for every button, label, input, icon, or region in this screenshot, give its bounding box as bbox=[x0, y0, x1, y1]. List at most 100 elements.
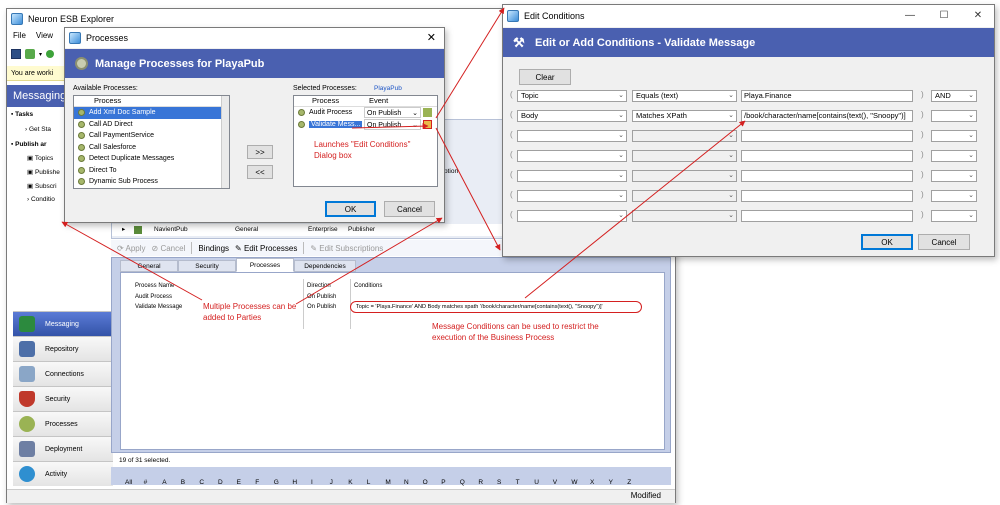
edit-conditions-icon[interactable] bbox=[423, 119, 432, 129]
nav-repository[interactable]: Repository bbox=[13, 336, 113, 361]
clear-button[interactable]: Clear bbox=[519, 69, 571, 85]
connect-icon[interactable] bbox=[25, 49, 35, 59]
table-row[interactable]: Validate Message bbox=[135, 304, 182, 310]
apply-button[interactable]: ⟳ Apply bbox=[117, 244, 146, 253]
list-item[interactable]: Direct To bbox=[74, 165, 229, 177]
list-item[interactable]: Call AD Direct bbox=[74, 119, 229, 131]
logic-select[interactable]: ⌄ bbox=[931, 130, 977, 142]
nav-deployment[interactable]: Deployment bbox=[13, 436, 113, 461]
ok-button[interactable]: OK bbox=[325, 201, 376, 217]
alpha-filter-letter[interactable]: G bbox=[274, 479, 279, 486]
alpha-filter-letter[interactable]: V bbox=[553, 479, 557, 486]
cancel-button[interactable]: Cancel bbox=[918, 234, 970, 250]
field-select[interactable]: ⌄ bbox=[517, 190, 627, 202]
open-paren[interactable]: ( bbox=[510, 210, 513, 219]
close-paren[interactable]: ) bbox=[921, 130, 924, 139]
nav-security[interactable]: Security bbox=[13, 386, 113, 411]
available-list[interactable]: Process Add Xml Doc Sample Call AD Direc… bbox=[73, 95, 230, 189]
close-icon[interactable]: ✕ bbox=[970, 8, 986, 22]
nav-processes[interactable]: Processes bbox=[13, 411, 113, 436]
tab-security[interactable]: Security bbox=[178, 260, 236, 272]
operator-select[interactable]: ⌄ bbox=[632, 130, 737, 142]
tree-subscribers[interactable]: ▣ Subscri bbox=[27, 182, 57, 190]
cancel-button[interactable]: Cancel bbox=[384, 201, 435, 217]
tree-topics[interactable]: ▣ Topics bbox=[27, 154, 53, 162]
close-paren[interactable]: ) bbox=[921, 170, 924, 179]
open-paren[interactable]: ( bbox=[510, 130, 513, 139]
dropdown-arrow-icon[interactable]: ▾ bbox=[39, 51, 42, 58]
tab-dependencies[interactable]: Dependencies bbox=[294, 260, 356, 272]
open-paren[interactable]: ( bbox=[510, 90, 513, 99]
field-select[interactable]: ⌄ bbox=[517, 210, 627, 222]
list-item[interactable]: Detect Duplicate Messages bbox=[74, 153, 229, 165]
alpha-filter-letter[interactable]: E bbox=[237, 479, 241, 486]
field-select[interactable]: Topic ⌄ bbox=[517, 90, 627, 102]
alpha-filter-letter[interactable]: Y bbox=[609, 479, 613, 486]
alpha-filter-letter[interactable]: # bbox=[144, 479, 148, 486]
tree-publishers[interactable]: ▣ Publishe bbox=[27, 168, 60, 176]
close-paren[interactable]: ) bbox=[921, 150, 924, 159]
alpha-filter-letter[interactable]: B bbox=[181, 479, 185, 486]
operator-select[interactable]: ⌄ bbox=[632, 210, 737, 222]
save-icon[interactable] bbox=[11, 49, 21, 59]
value-input[interactable] bbox=[741, 170, 913, 182]
alpha-filter-letter[interactable]: J bbox=[330, 479, 333, 486]
menu-file[interactable]: File bbox=[13, 31, 26, 43]
open-paren[interactable]: ( bbox=[510, 150, 513, 159]
close-paren[interactable]: ) bbox=[921, 210, 924, 219]
tree-tasks[interactable]: ▪ Tasks bbox=[11, 111, 33, 118]
expand-icon[interactable]: ▸ bbox=[122, 224, 125, 236]
value-input[interactable] bbox=[741, 190, 913, 202]
alpha-filter-letter[interactable]: T bbox=[516, 479, 520, 486]
bindings-button[interactable]: Bindings bbox=[198, 244, 229, 253]
alpha-filter-letter[interactable]: I bbox=[311, 479, 313, 486]
alpha-filter-letter[interactable]: W bbox=[571, 479, 577, 486]
list-scrollbar[interactable] bbox=[221, 96, 229, 188]
list-item[interactable]: Call Salesforce bbox=[74, 142, 229, 154]
alpha-filter-letter[interactable]: Z bbox=[627, 479, 631, 486]
alpha-filter-letter[interactable]: U bbox=[534, 479, 539, 486]
alpha-filter-letter[interactable]: A bbox=[162, 479, 166, 486]
alpha-filter-letter[interactable]: F bbox=[255, 479, 259, 486]
operator-select[interactable]: ⌄ bbox=[632, 190, 737, 202]
alpha-filter-letter[interactable]: R bbox=[478, 479, 483, 486]
nav-activity[interactable]: Activity bbox=[13, 461, 113, 486]
close-paren[interactable]: ) bbox=[921, 110, 924, 119]
alpha-filter-letter[interactable]: H bbox=[292, 479, 297, 486]
menu-view[interactable]: View bbox=[36, 31, 53, 43]
alpha-filter-letter[interactable]: L bbox=[367, 479, 371, 486]
tab-general[interactable]: General bbox=[120, 260, 178, 272]
field-select[interactable]: ⌄ bbox=[517, 170, 627, 182]
edit-subscriptions-button[interactable]: ✎ Edit Subscriptions bbox=[310, 244, 383, 253]
maximize-icon[interactable]: ☐ bbox=[936, 8, 952, 22]
event-select[interactable]: On Publish ⌄ bbox=[364, 118, 421, 130]
remove-process-button[interactable]: << bbox=[247, 165, 273, 179]
field-select[interactable]: ⌄ bbox=[517, 130, 627, 142]
operator-select[interactable]: ⌄ bbox=[632, 170, 737, 182]
tab-processes[interactable]: Processes bbox=[236, 258, 294, 272]
tree-publish[interactable]: ▪ Publish ar bbox=[11, 141, 47, 148]
field-select[interactable]: ⌄ bbox=[517, 150, 627, 162]
tree-conditions[interactable]: › Conditio bbox=[27, 196, 55, 203]
open-paren[interactable]: ( bbox=[510, 170, 513, 179]
value-input[interactable] bbox=[741, 210, 913, 222]
operator-select[interactable]: ⌄ bbox=[632, 150, 737, 162]
edit-conditions-icon[interactable] bbox=[423, 108, 432, 117]
nav-connections[interactable]: Connections bbox=[13, 361, 113, 386]
cancel-toolbar-button[interactable]: ⊘ Cancel bbox=[152, 244, 186, 253]
logic-select[interactable]: ⌄ bbox=[931, 150, 977, 162]
close-icon[interactable]: ✕ bbox=[427, 31, 436, 44]
close-paren[interactable]: ) bbox=[921, 190, 924, 199]
edit-processes-button[interactable]: ✎ Edit Processes bbox=[235, 244, 297, 253]
open-paren[interactable]: ( bbox=[510, 190, 513, 199]
alpha-filter-letter[interactable]: All bbox=[125, 479, 132, 486]
operator-select[interactable]: Equals (text) ⌄ bbox=[632, 90, 737, 102]
logic-select[interactable]: ⌄ bbox=[931, 110, 977, 122]
field-select[interactable]: Body ⌄ bbox=[517, 110, 627, 122]
logic-select[interactable]: ⌄ bbox=[931, 190, 977, 202]
alpha-filter-letter[interactable]: D bbox=[218, 479, 223, 486]
alpha-filter-letter[interactable]: M bbox=[385, 479, 390, 486]
value-input[interactable]: Playa.Finance bbox=[741, 90, 913, 102]
list-item[interactable]: Call PaymentService bbox=[74, 130, 229, 142]
minimize-icon[interactable]: — bbox=[902, 8, 918, 22]
